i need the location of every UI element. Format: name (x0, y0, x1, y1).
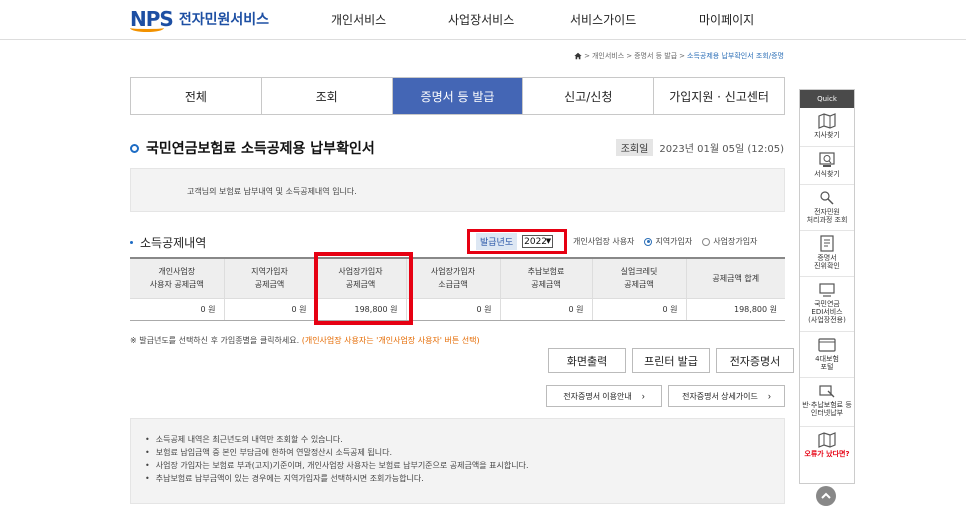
certificate-icon (820, 235, 834, 252)
th-workplace-retro: 사업장가입자 소급금액 (406, 258, 501, 299)
year-select-highlight: 발급년도 2022 ▼ (467, 229, 567, 254)
error-map-icon (818, 432, 836, 448)
th-personal-employer: 개인사업장 사용자 공제금액 (130, 258, 225, 299)
query-date-value: 2023년 01월 05일 (12:05) (659, 144, 784, 155)
tab-report[interactable]: 신고/신청 (523, 78, 655, 114)
query-date-label: 조회일 (615, 139, 654, 156)
th-total: 공제금액 합계 (686, 258, 785, 299)
quick-cert-verify[interactable]: 증명서 진위확인 (800, 231, 854, 277)
form-search-icon (819, 152, 835, 167)
year-select[interactable]: 2022 ▼ (522, 235, 554, 248)
e-cert-usage-label: 전자증명서 이용안내 (563, 391, 632, 401)
cell-unemployment-credit: 0 원 (592, 298, 687, 321)
chevron-up-icon (821, 492, 831, 499)
e-cert-detail-guide-button[interactable]: 전자증명서 상세가이드 › (668, 385, 785, 407)
member-type-radios: 개인사업장 사용자 지역가입자 사업장가입자 (573, 236, 757, 247)
radio-workplace-label: 사업장가입자 (713, 237, 758, 246)
workplace-column-highlight (314, 252, 413, 325)
th-unemployment-credit: 실업크레딧 공제금액 (592, 258, 687, 299)
site-logo[interactable]: NPS 전자민원서비스 (130, 7, 269, 32)
notice-box: 소득공제 내역은 최근년도의 내역만 조회할 수 있습니다. 보험료 납입금액 … (130, 418, 785, 504)
breadcrumb-personal[interactable]: 개인서비스 (592, 51, 624, 61)
portal-icon (818, 338, 836, 352)
chevron-down-icon: ▼ (545, 237, 552, 245)
notice-list: 소득공제 내역은 최근년도의 내역만 조회할 수 있습니다. 보험료 납입금액 … (145, 433, 529, 485)
th-late-payment: 추납보험료 공제금액 (500, 258, 593, 299)
guide-note-highlight: (개인사업장 사용자는 '개인사업장 사용자' 버튼 선택) (301, 336, 480, 345)
screen-print-button[interactable]: 화면출력 (548, 348, 626, 373)
home-icon[interactable] (574, 52, 582, 60)
quick-panel: Quick 지사찾기 서식찾기 전자민원 처리과정 조회 증명서 진위확인 국민… (799, 89, 855, 484)
quick-process-inquiry[interactable]: 전자민원 처리과정 조회 (800, 185, 854, 231)
quick-edi-service[interactable]: 국민연금 EDI서비스 (사업장전용) (800, 277, 854, 332)
chevron-right-icon: › (767, 391, 771, 401)
process-search-icon (820, 191, 834, 205)
e-certificate-button[interactable]: 전자증명서 (716, 348, 794, 373)
scroll-top-button[interactable] (816, 486, 836, 506)
radio-workplace[interactable]: 사업장가입자 (702, 236, 757, 247)
table-header-row: 개인사업장 사용자 공제금액 지역가입자 공제금액 사업장가입자 공제금액 사업장가입… (130, 258, 785, 299)
guide-note-text: ※ 발급년도를 선택하신 후 가입종별을 클릭하세요. (130, 336, 300, 345)
section-title-text: 소득공제내역 (140, 236, 207, 250)
quick-branch-search[interactable]: 지사찾기 (800, 108, 854, 147)
cell-late-payment: 0 원 (500, 298, 593, 321)
year-label: 발급년도 (476, 233, 518, 250)
deduction-table: 개인사업장 사용자 공제금액 지역가입자 공제금액 사업장가입자 공제금액 사업장가입… (130, 257, 785, 321)
breadcrumb: > 개인서비스 > 증명서 등 발급 > 소득공제용 납부확인서 조회/증명 (574, 51, 784, 61)
printer-issue-button[interactable]: 프린터 발급 (632, 348, 710, 373)
radio-regional[interactable]: 지역가입자 (644, 236, 692, 247)
query-date: 조회일 2023년 01월 05일 (12:05) (615, 139, 784, 156)
tab-inquiry[interactable]: 조회 (261, 78, 393, 114)
page-title-row: 국민연금보험료 소득공제용 납부확인서 (130, 138, 375, 158)
guide-note: ※ 발급년도를 선택하신 후 가입종별을 클릭하세요. (개인사업장 사용자는 … (130, 335, 480, 346)
logo-swoosh-icon (130, 24, 164, 32)
edi-icon (819, 283, 835, 297)
nav-workplace[interactable]: 사업장서비스 (448, 11, 514, 28)
list-item: 사업장 가입자는 보험료 부과(고지)기준이며, 개인사업장 사용자는 보험료 … (145, 459, 529, 472)
map-icon (818, 113, 836, 129)
info-box: 고객님의 보험료 납부내역 및 소득공제내역 입니다. (130, 168, 785, 212)
list-item: 보험료 납입금액 중 본인 부담금에 한하여 연말정산시 소득공제 됩니다. (145, 446, 529, 459)
radio-workplace-circle[interactable] (702, 237, 711, 246)
th-regional: 지역가입자 공제금액 (224, 258, 316, 299)
action-buttons: 화면출력 프린터 발급 전자증명서 (548, 348, 794, 373)
info-text: 고객님의 보험료 납부내역 및 소득공제내역 입니다. (187, 187, 357, 196)
tab-certificate-issue[interactable]: 증명서 등 발급 (392, 78, 524, 114)
title-bullet-icon (130, 143, 139, 153)
nav-mypage[interactable]: 마이페이지 (699, 11, 754, 28)
nav-personal[interactable]: 개인서비스 (331, 11, 386, 28)
cell-workplace-retro: 0 원 (406, 298, 501, 321)
category-tabs: 전체 조회 증명서 등 발급 신고/신청 가입지원 · 신고센터 (130, 77, 785, 115)
radio-regional-circle[interactable] (644, 237, 653, 246)
top-header: NPS 전자민원서비스 개인서비스 사업장서비스 서비스가이드 마이페이지 (0, 0, 966, 40)
cell-personal-employer: 0 원 (130, 298, 225, 321)
list-item: 추납보험료 납부금액이 있는 경우에는 지역가입자를 선택하시면 조회가능합니다… (145, 472, 529, 485)
radio-prefix-label[interactable]: 개인사업장 사용자 (573, 236, 634, 247)
logo-text: 전자민원서비스 (178, 12, 269, 28)
breadcrumb-issue[interactable]: 증명서 등 발급 (634, 51, 677, 61)
tab-join-support[interactable]: 가입지원 · 신고센터 (654, 78, 784, 114)
quick-4-insurance-portal[interactable]: 4대보험 포털 (800, 332, 854, 378)
radio-regional-label: 지역가입자 (655, 237, 693, 246)
e-cert-detail-label: 전자증명서 상세가이드 (682, 391, 758, 401)
payment-icon (819, 385, 835, 398)
quick-title: Quick (800, 90, 854, 108)
quick-online-payment[interactable]: 반·추납보험료 등 인터넷납부 (800, 378, 854, 427)
table-row: 0 원 0 원 198,800 원 0 원 0 원 0 원 198,800 원 (130, 298, 785, 321)
tab-all[interactable]: 전체 (131, 78, 262, 114)
cell-total: 198,800 원 (686, 298, 785, 321)
list-item: 소득공제 내역은 최근년도의 내역만 조회할 수 있습니다. (145, 433, 529, 446)
e-cert-usage-button[interactable]: 전자증명서 이용안내 › (546, 385, 662, 407)
quick-form-search[interactable]: 서식찾기 (800, 147, 854, 185)
nav-guide[interactable]: 서비스가이드 (570, 11, 636, 28)
page-title: 국민연금보험료 소득공제용 납부확인서 (146, 141, 375, 157)
breadcrumb-current: 소득공제용 납부확인서 조회/증명 (687, 52, 784, 60)
guide-buttons: 전자증명서 이용안내 › 전자증명서 상세가이드 › (546, 385, 785, 407)
section-bullet-icon (130, 241, 133, 244)
section-title: 소득공제내역 (130, 234, 206, 251)
chevron-right-icon: › (641, 391, 645, 401)
quick-error-help[interactable]: 오류가 났다면? (800, 427, 854, 463)
cell-regional: 0 원 (224, 298, 316, 321)
year-select-value: 2022 (524, 236, 548, 247)
